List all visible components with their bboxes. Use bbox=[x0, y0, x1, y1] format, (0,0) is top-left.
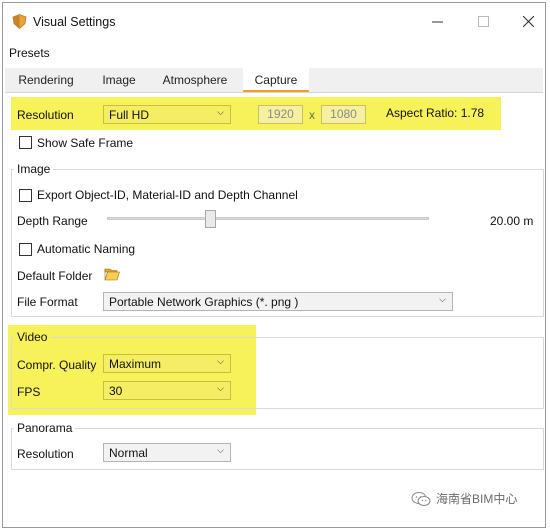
show-safe-frame-label: Show Safe Frame bbox=[37, 136, 134, 150]
maximize-icon bbox=[477, 15, 489, 27]
depth-range-slider[interactable] bbox=[107, 217, 429, 220]
minimize-icon bbox=[431, 21, 443, 22]
fps-value: 30 bbox=[109, 384, 123, 398]
file-format-label: File Format bbox=[17, 295, 78, 309]
close-button[interactable] bbox=[518, 11, 538, 31]
tab-image[interactable]: Image bbox=[89, 68, 149, 92]
width-input[interactable]: 1920 bbox=[258, 105, 303, 124]
fps-select[interactable]: 30 ⌵ bbox=[103, 381, 231, 400]
depth-range-slider-thumb[interactable] bbox=[205, 210, 217, 228]
minimize-button[interactable] bbox=[427, 11, 447, 31]
app-shield-icon bbox=[12, 14, 27, 29]
compression-quality-select[interactable]: Maximum ⌵ bbox=[103, 354, 231, 373]
folder-open-icon[interactable] bbox=[104, 267, 120, 281]
height-input[interactable]: 1080 bbox=[321, 105, 366, 124]
chevron-down-icon: ⌵ bbox=[217, 356, 224, 366]
panorama-resolution-label: Resolution bbox=[17, 447, 74, 461]
watermark: 海南省BIM中心 bbox=[411, 490, 517, 507]
automatic-naming-checkbox[interactable] bbox=[19, 243, 32, 256]
show-safe-frame-checkbox[interactable] bbox=[19, 136, 32, 149]
close-icon bbox=[522, 15, 534, 27]
watermark-text: 海南省BIM中心 bbox=[436, 492, 518, 506]
default-folder-label: Default Folder bbox=[17, 269, 93, 283]
export-channels-checkbox[interactable] bbox=[19, 189, 32, 202]
depth-range-value: 20.00 m bbox=[490, 214, 534, 228]
file-format-select[interactable]: Portable Network Graphics (*. png ) ⌵ bbox=[103, 292, 453, 311]
chevron-down-icon: ⌵ bbox=[217, 383, 224, 393]
title-bar: Visual Settings bbox=[3, 3, 545, 39]
maximize-button[interactable] bbox=[473, 11, 493, 31]
aspect-ratio: Aspect Ratio: 1.78 bbox=[386, 106, 485, 120]
times-sign: x bbox=[309, 108, 315, 122]
panorama-group bbox=[11, 428, 544, 470]
tab-capture[interactable]: Capture bbox=[243, 68, 309, 92]
fps-label: FPS bbox=[17, 385, 41, 399]
export-channels-label: Export Object-ID, Material-ID and Depth … bbox=[37, 188, 298, 202]
file-format-value: Portable Network Graphics (*. png ) bbox=[109, 295, 299, 309]
panorama-resolution-select[interactable]: Normal ⌵ bbox=[103, 443, 231, 462]
compression-quality-value: Maximum bbox=[109, 357, 162, 371]
resolution-select[interactable]: Full HD ⌵ bbox=[103, 105, 231, 124]
tab-atmosphere[interactable]: Atmosphere bbox=[153, 68, 237, 92]
resolution-value: Full HD bbox=[109, 108, 150, 122]
automatic-naming-label: Automatic Naming bbox=[37, 242, 136, 256]
chevron-down-icon: ⌵ bbox=[439, 294, 446, 304]
panorama-resolution-value: Normal bbox=[109, 446, 148, 460]
video-group-title: Video bbox=[14, 330, 51, 344]
presets-menu[interactable]: Presets bbox=[9, 46, 50, 60]
tab-rendering[interactable]: Rendering bbox=[5, 68, 87, 92]
chevron-down-icon: ⌵ bbox=[217, 107, 224, 117]
wechat-icon bbox=[411, 491, 431, 506]
window-title: Visual Settings bbox=[33, 15, 116, 29]
resolution-label: Resolution bbox=[17, 108, 74, 122]
tab-bar: Rendering Image Atmosphere Capture bbox=[5, 68, 543, 93]
image-group-title: Image bbox=[14, 162, 54, 176]
depth-range-label: Depth Range bbox=[17, 214, 88, 228]
video-group bbox=[11, 337, 544, 409]
chevron-down-icon: ⌵ bbox=[217, 445, 224, 455]
panorama-group-title: Panorama bbox=[14, 421, 76, 435]
compression-quality-label: Compr. Quality bbox=[17, 358, 97, 372]
visual-settings-window: Visual Settings Presets Rendering Image … bbox=[2, 2, 546, 528]
